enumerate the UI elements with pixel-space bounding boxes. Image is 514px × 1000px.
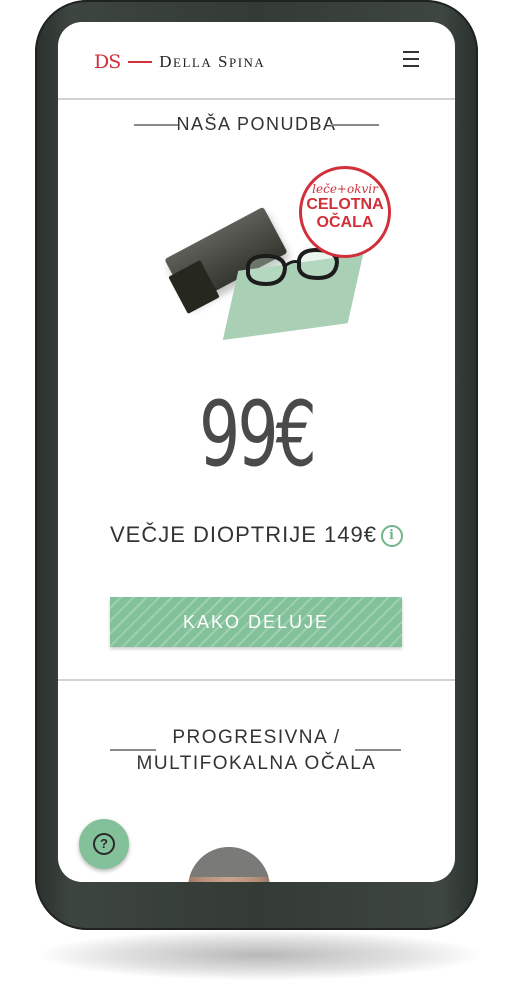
section-title-progressive: PROGRESIVNA / MULTIFOKALNA OČALA: [58, 725, 455, 777]
badge-line-3: OČALA: [316, 214, 374, 231]
logo-rest-2: PINA: [228, 55, 266, 70]
progressive-title-line-2: MULTIFOKALNA OČALA: [136, 753, 377, 774]
logo-initial-1: D: [159, 52, 174, 71]
menu-icon[interactable]: [403, 51, 419, 67]
subtitle-text: VEČJE DIOPTRIJE 149€: [110, 522, 377, 547]
help-icon: ?: [93, 833, 115, 855]
help-button[interactable]: ?: [79, 819, 129, 869]
logo-dash: [128, 61, 153, 63]
site-header: DS DELLA SPINA: [58, 22, 455, 100]
person-avatar-image: [188, 847, 270, 882]
logo-name: DELLA SPINA: [159, 52, 265, 72]
title-line-right-2: [355, 749, 401, 751]
badge-line-1: leče+okvir: [312, 182, 378, 196]
brand-logo[interactable]: DS DELLA SPINA: [94, 50, 265, 74]
section-divider: [58, 679, 455, 681]
price-main: 99€: [198, 382, 317, 487]
logo-mark: DS: [94, 51, 121, 73]
how-it-works-button[interactable]: KAKO DELUJE: [110, 597, 402, 647]
badge-line-2: CELOTNA: [306, 196, 384, 213]
logo-rest-1: ELLA: [173, 55, 213, 70]
price-subtitle: VEČJE DIOPTRIJE 149€ i: [58, 522, 455, 548]
progressive-title-line-1: PROGRESIVNA /: [172, 727, 341, 748]
info-icon[interactable]: i: [380, 525, 403, 547]
section-title-offer: NAŠA PONUDBA: [176, 114, 337, 134]
phone-shadow: [40, 930, 480, 980]
title-line-right: [331, 124, 379, 126]
phone-screen: DS DELLA SPINA NAŠA PONUDBA leče+okvir C…: [58, 22, 455, 882]
logo-initial-2: S: [218, 52, 229, 71]
offer-badge: leče+okvir CELOTNA OČALA: [299, 166, 391, 258]
